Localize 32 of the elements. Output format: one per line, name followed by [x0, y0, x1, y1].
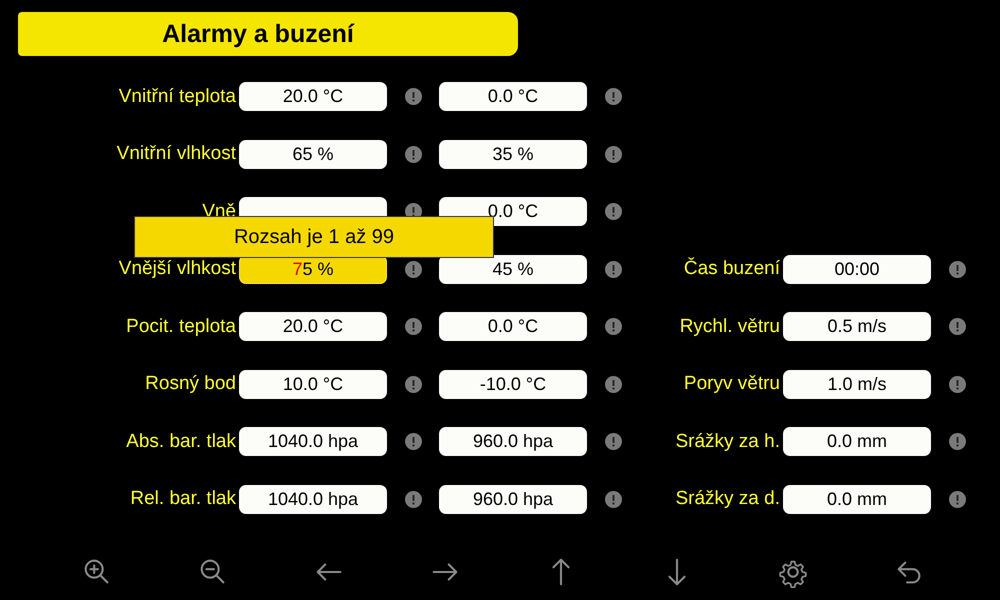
value-field[interactable]: 960.0 hpa	[439, 484, 587, 514]
value-field[interactable]: 00:00	[783, 254, 931, 284]
value-field[interactable]: 0.0 °C	[439, 312, 587, 342]
value-field[interactable]: 65 %	[239, 140, 387, 169]
value-field[interactable]: -10.0 °C	[439, 370, 587, 399]
value-field[interactable]: 20.0 °C	[239, 82, 387, 112]
row-label: Rychl. větru	[678, 316, 781, 338]
value-field[interactable]: 10.0 °C	[239, 370, 387, 399]
row-label: Poryv větru	[682, 373, 781, 396]
value-field[interactable]: 0.5 m/s	[783, 312, 931, 342]
row-label: Rel. bar. tlak	[129, 488, 237, 510]
value-field[interactable]: 960.0 hpa	[439, 427, 587, 456]
row-label: Čas buzení	[682, 258, 781, 280]
value-field[interactable]: 0.0 mm	[783, 427, 931, 456]
value-field[interactable]: 45 %	[439, 254, 587, 284]
row-label: Abs. bar. tlak	[125, 430, 237, 453]
row-label: Vnitřní teplota	[118, 86, 237, 108]
row-label: Srážky za h.	[674, 430, 781, 453]
range-tooltip: Rozsah je 1 až 99	[134, 216, 494, 258]
row-label: Pocit. teplota	[125, 316, 237, 338]
value-field[interactable]: 1040.0 hpa	[239, 427, 387, 456]
row-label: Srážky za d.	[674, 488, 781, 510]
value-field[interactable]: 20.0 °C	[239, 312, 387, 342]
value-field[interactable]: 1.0 m/s	[783, 370, 931, 399]
row-label: Rosný bod	[144, 373, 237, 396]
row-label: Vnější vlhkost	[118, 258, 237, 280]
value-field[interactable]: 0.0 mm	[783, 484, 931, 514]
screen-title: Alarmy a buzení	[18, 12, 518, 56]
value-field[interactable]: 1040.0 hpa	[239, 484, 387, 514]
row-label: Vnitřní vlhkost	[116, 143, 237, 166]
value-field[interactable]: 35 %	[439, 140, 587, 169]
value-field[interactable]: 0.0 °C	[439, 82, 587, 112]
